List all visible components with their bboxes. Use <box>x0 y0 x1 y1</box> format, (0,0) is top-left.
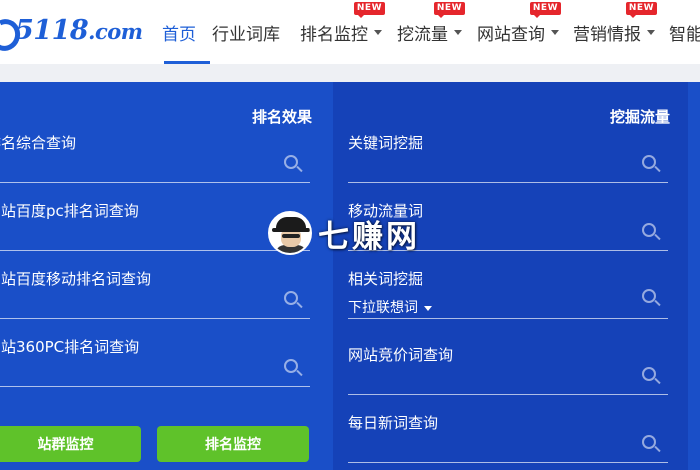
site-group-monitor-button[interactable]: 站群监控 <box>0 426 141 462</box>
main-nav: 首页 行业词库 排名监控 NEW 挖流量 NEW 网站查询 NEW 营销情报 N… <box>162 0 700 64</box>
field-label: 相关词挖掘 <box>348 270 424 288</box>
search-icon[interactable] <box>642 367 662 387</box>
related-words-mining-field[interactable]: 相关词挖掘 下拉联想词 <box>348 268 668 319</box>
rank-monitor-button[interactable]: 排名监控 <box>157 426 309 462</box>
watermark-avatar-icon <box>268 211 312 255</box>
new-badge: NEW <box>529 2 561 18</box>
watermark: 七赚网 <box>268 208 420 258</box>
search-icon[interactable] <box>284 359 304 379</box>
search-icon[interactable] <box>642 155 662 175</box>
new-badge: NEW <box>625 2 657 18</box>
field-label: 网站360PC排名词查询 <box>0 338 140 356</box>
nav-item-industry-library[interactable]: 行业词库 <box>212 0 300 64</box>
new-badge: NEW <box>433 2 465 18</box>
dropdown-label: 下拉联想词 <box>348 300 418 316</box>
logo-main: 5118 <box>15 14 89 46</box>
field-label: 关键词挖掘 <box>348 134 424 152</box>
nav-item-label: 首页 <box>162 24 196 45</box>
nav-item-rank-monitor[interactable]: 排名监控 NEW <box>300 0 397 64</box>
top-nav-bar: 5118.com 首页 行业词库 排名监控 NEW 挖流量 NEW 网站查询 N… <box>0 0 700 64</box>
nav-item-label: 行业词库 <box>212 24 280 45</box>
logo-suffix: .com <box>88 18 143 44</box>
nav-item-marketing-intel[interactable]: 营销情报 NEW <box>573 0 669 64</box>
nav-item-label: 挖流量 <box>397 24 448 45</box>
daily-new-words-query-field[interactable]: 每日新词查询 <box>348 412 668 463</box>
baidu-pc-rank-query-field[interactable]: 网站百度pc排名词查询 <box>0 200 310 251</box>
nav-item-home[interactable]: 首页 <box>162 0 212 64</box>
search-icon[interactable] <box>284 155 304 175</box>
field-label: 网站竞价词查询 <box>348 346 454 364</box>
search-icon[interactable] <box>642 435 662 455</box>
360-pc-rank-query-field[interactable]: 网站360PC排名词查询 <box>0 336 310 387</box>
ranking-comprehensive-query-field[interactable]: 排名综合查询 <box>0 132 310 183</box>
nav-item-dig-traffic[interactable]: 挖流量 NEW <box>397 0 477 64</box>
field-label: 网站百度移动排名词查询 <box>0 270 152 288</box>
search-icon[interactable] <box>642 289 662 309</box>
field-label: 排名综合查询 <box>0 134 77 152</box>
nav-item-label: 网站查询 <box>477 24 545 45</box>
chevron-down-icon <box>374 29 382 35</box>
chevron-down-icon <box>424 305 432 311</box>
field-label: 网站百度pc排名词查询 <box>0 202 139 220</box>
nav-item-smart[interactable]: 智能 <box>669 0 700 64</box>
chevron-down-icon <box>551 29 559 35</box>
new-badge: NEW <box>353 2 385 18</box>
panel-title-ranking: 排名效果 <box>251 108 312 126</box>
ranking-effect-panel: 排名效果 排名综合查询 网站百度pc排名词查询 网站百度移动排名词查询 网站36… <box>0 82 333 470</box>
search-icon[interactable] <box>284 291 304 311</box>
nav-item-site-query[interactable]: 网站查询 NEW <box>477 0 573 64</box>
field-label: 每日新词查询 <box>348 414 439 432</box>
baidu-mobile-rank-query-field[interactable]: 网站百度移动排名词查询 <box>0 268 310 319</box>
search-icon[interactable] <box>642 223 662 243</box>
keyword-mining-field[interactable]: 关键词挖掘 <box>348 132 668 183</box>
nav-item-label: 排名监控 <box>300 24 368 45</box>
chevron-down-icon <box>454 29 462 35</box>
site-logo[interactable]: 5118.com <box>0 12 143 48</box>
chevron-down-icon <box>647 29 655 35</box>
suggest-words-dropdown[interactable]: 下拉联想词 <box>348 297 432 317</box>
watermark-text: 七赚网 <box>318 218 420 255</box>
header-divider-strip <box>0 64 700 82</box>
logo-mark-icon <box>0 15 14 45</box>
panel-title-dig-traffic: 挖掘流量 <box>609 108 670 126</box>
nav-item-label: 智能 <box>669 24 700 45</box>
bid-words-query-field[interactable]: 网站竞价词查询 <box>348 344 668 395</box>
logo-text: 5118.com <box>15 14 143 46</box>
dig-traffic-panel: 挖掘流量 关键词挖掘 移动流量词 相关词挖掘 下拉联想词 网站竞价词查询 每日新… <box>333 82 700 470</box>
nav-item-label: 营销情报 <box>573 24 641 45</box>
